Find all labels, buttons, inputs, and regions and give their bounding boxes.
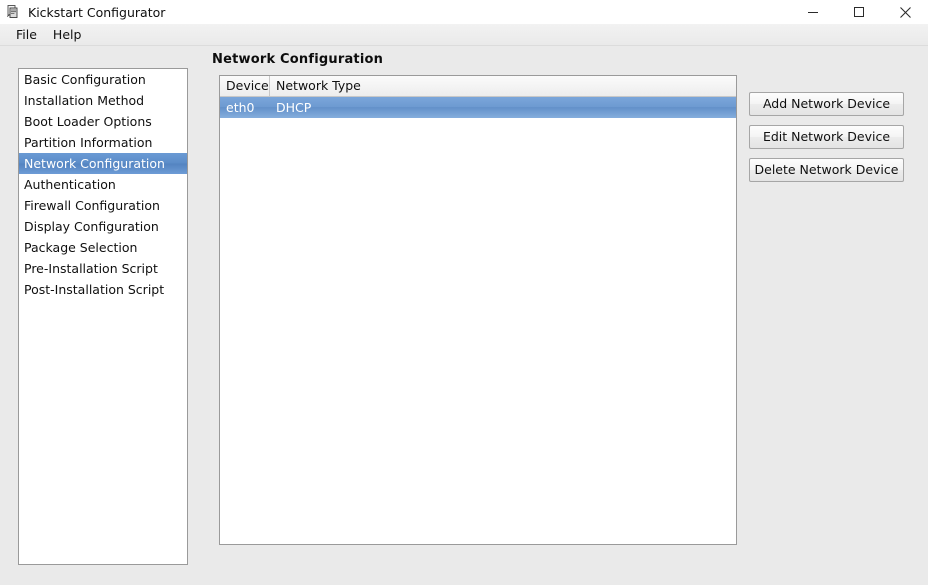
- maximize-icon: [854, 7, 864, 17]
- sidebar-item-network-configuration[interactable]: Network Configuration: [19, 153, 187, 174]
- minimize-icon: [808, 12, 818, 13]
- sidebar-item-pre-installation-script[interactable]: Pre-Installation Script: [19, 258, 187, 279]
- app-icon: [5, 4, 21, 20]
- window-controls: [790, 0, 928, 24]
- page-title: Network Configuration: [212, 52, 384, 67]
- menu-file[interactable]: File: [8, 25, 45, 45]
- delete-network-device-button[interactable]: Delete Network Device: [749, 158, 904, 182]
- content-area: Basic Configuration Installation Method …: [0, 47, 928, 585]
- sidebar-item-authentication[interactable]: Authentication: [19, 174, 187, 195]
- window-title: Kickstart Configurator: [28, 4, 166, 20]
- close-icon: [899, 6, 911, 18]
- cell-device: eth0: [226, 100, 255, 115]
- main-panel: Network Configuration Device Network Typ…: [212, 47, 928, 585]
- menubar: File Help: [0, 24, 928, 46]
- sidebar-item-package-selection[interactable]: Package Selection: [19, 237, 187, 258]
- sidebar-item-basic-configuration[interactable]: Basic Configuration: [19, 69, 187, 90]
- cell-network-type: DHCP: [276, 100, 312, 115]
- sidebar-item-installation-method[interactable]: Installation Method: [19, 90, 187, 111]
- maximize-button[interactable]: [836, 0, 882, 24]
- edit-network-device-button[interactable]: Edit Network Device: [749, 125, 904, 149]
- sidebar-item-post-installation-script[interactable]: Post-Installation Script: [19, 279, 187, 300]
- sidebar-item-boot-loader-options[interactable]: Boot Loader Options: [19, 111, 187, 132]
- minimize-button[interactable]: [790, 0, 836, 24]
- sidebar-item-display-configuration[interactable]: Display Configuration: [19, 216, 187, 237]
- close-button[interactable]: [882, 0, 928, 24]
- table-row[interactable]: eth0 DHCP: [220, 97, 736, 118]
- sidebar-section-list[interactable]: Basic Configuration Installation Method …: [18, 68, 188, 565]
- sidebar-item-partition-information[interactable]: Partition Information: [19, 132, 187, 153]
- menu-help[interactable]: Help: [45, 25, 90, 45]
- network-actions: Add Network Device Edit Network Device D…: [749, 92, 904, 191]
- add-network-device-button[interactable]: Add Network Device: [749, 92, 904, 116]
- table-header-row: Device Network Type: [220, 76, 736, 97]
- sidebar-item-firewall-configuration[interactable]: Firewall Configuration: [19, 195, 187, 216]
- column-header-network-type[interactable]: Network Type: [270, 76, 736, 96]
- column-header-device[interactable]: Device: [220, 76, 270, 96]
- window-titlebar: Kickstart Configurator: [0, 0, 928, 24]
- network-devices-table[interactable]: Device Network Type eth0 DHCP: [219, 75, 737, 545]
